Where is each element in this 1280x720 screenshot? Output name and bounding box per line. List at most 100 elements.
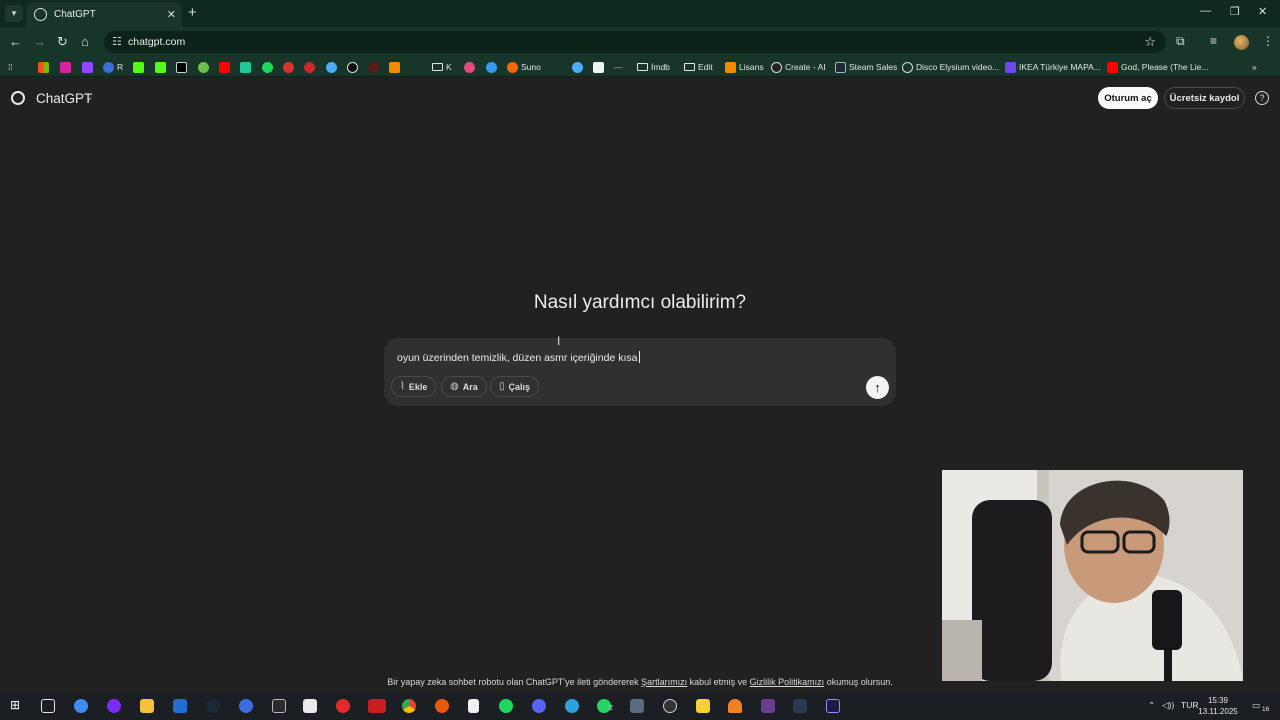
bookmark-god-please[interactable]: God, Please (The Lie... xyxy=(1107,60,1208,74)
bookmark-create-ai[interactable]: Create - AI xyxy=(771,60,826,74)
login-button[interactable]: Oturum aç xyxy=(1098,87,1158,109)
opera-icon[interactable] xyxy=(336,699,350,713)
copilot-icon[interactable] xyxy=(74,699,88,713)
bookmark-blue[interactable] xyxy=(486,60,497,74)
bookmark-green-site[interactable] xyxy=(240,60,251,74)
windows-start-icon[interactable]: ⊞ xyxy=(10,698,24,712)
epic-games-icon[interactable] xyxy=(272,699,286,713)
bookmark-kick-2[interactable] xyxy=(155,60,166,74)
steam-icon[interactable] xyxy=(206,699,220,713)
spotify-icon[interactable] xyxy=(499,699,513,713)
clock-app-icon[interactable] xyxy=(663,699,677,713)
cloudflare-icon[interactable] xyxy=(728,699,742,713)
profile-avatar[interactable] xyxy=(1234,35,1249,50)
tray-overflow-icon[interactable]: ⌃ xyxy=(1148,700,1155,711)
bookmarks-overflow-icon[interactable]: » xyxy=(1252,60,1257,74)
tab-strip: ▾ ChatGPT ✕ + — ❐ ✕ xyxy=(0,0,1280,27)
video-editor-icon[interactable] xyxy=(368,699,386,713)
text-caret xyxy=(639,351,641,363)
bookmark-ship[interactable] xyxy=(304,60,315,74)
bookmark-folder-k[interactable]: K xyxy=(432,60,452,74)
bookmark-check[interactable] xyxy=(326,60,337,74)
tab-chatgpt[interactable]: ChatGPT ✕ xyxy=(26,2,182,27)
premiere-pro-icon[interactable] xyxy=(761,699,775,713)
bookmark-kick-1[interactable] xyxy=(133,60,144,74)
prompt-composer[interactable]: oyun üzerinden temizlik, düzen asmr içer… xyxy=(384,338,896,406)
address-bar[interactable]: ☷ chatgpt.com ☆ xyxy=(104,31,1166,53)
tab-search-button[interactable]: ▾ xyxy=(5,5,23,22)
bookmark-spotify[interactable] xyxy=(262,60,273,74)
menu-kebab-icon[interactable]: ⋮ xyxy=(1262,34,1274,48)
davinci-resolve-icon[interactable] xyxy=(793,699,807,713)
bookmark-youtube[interactable] xyxy=(219,60,230,74)
file-explorer-icon[interactable] xyxy=(140,699,154,713)
close-window-button[interactable]: ✕ xyxy=(1258,5,1267,18)
bookmark-steam-sales[interactable]: Steam Sales xyxy=(835,60,897,74)
minimize-button[interactable]: — xyxy=(1200,5,1211,17)
store-icon[interactable] xyxy=(303,699,317,713)
bookmark-github[interactable] xyxy=(347,60,358,74)
site-info-icon[interactable]: ☷ xyxy=(112,35,122,48)
outlook-icon[interactable] xyxy=(173,699,187,713)
prompt-input[interactable]: oyun üzerinden temizlik, düzen asmr içer… xyxy=(397,351,641,364)
bookmark-r[interactable]: R xyxy=(103,60,123,74)
close-tab-icon[interactable]: ✕ xyxy=(167,8,176,21)
bookmark-film[interactable] xyxy=(593,60,604,74)
home-icon[interactable]: ⌂ xyxy=(81,34,89,49)
signup-button[interactable]: Ücretsiz kaydol xyxy=(1164,87,1245,109)
bookmark-disco-elysium[interactable]: Disco Elysium video... xyxy=(902,60,999,74)
extensions-icon[interactable]: ⧉ xyxy=(1176,34,1185,49)
bookmark-red-site[interactable] xyxy=(283,60,294,74)
help-icon[interactable]: ? xyxy=(1255,91,1269,105)
app-swirl-icon[interactable] xyxy=(239,699,253,713)
premiere-icon[interactable] xyxy=(826,699,840,713)
model-selector[interactable]: ChatGPT xyxy=(36,91,92,106)
notepad-icon[interactable] xyxy=(468,699,479,713)
forward-icon[interactable]: → xyxy=(33,34,46,49)
bookmark-folder-edit[interactable]: Edit xyxy=(684,60,713,74)
search-button[interactable]: ◍ Ara xyxy=(441,376,487,397)
bookmark-dark-red[interactable] xyxy=(368,60,379,74)
notification-count: 16 xyxy=(1262,706,1270,713)
discord-icon[interactable] xyxy=(532,699,546,713)
bookmark-lisans[interactable]: Lisans xyxy=(725,60,764,74)
bookmark-folder-imdb[interactable]: İmdb xyxy=(637,60,670,74)
send-button[interactable]: ↑ xyxy=(866,376,889,399)
mouse-cursor-ibeam: I xyxy=(557,334,561,348)
notification-icon[interactable]: ▭ xyxy=(1252,700,1260,711)
reload-icon[interactable]: ↻ xyxy=(57,34,68,50)
bookmark-orange[interactable] xyxy=(389,60,400,74)
folder-icon xyxy=(637,63,648,71)
chrome-icon[interactable] xyxy=(402,699,416,713)
bookmark-twitch[interactable] xyxy=(82,60,93,74)
orange-app-icon[interactable] xyxy=(435,699,449,713)
bookmark-dark-site[interactable] xyxy=(176,60,187,74)
bookmark-ikea[interactable]: IKEA Türkiye MAPA... xyxy=(1005,60,1101,74)
bookmark-star-icon[interactable]: ☆ xyxy=(1144,34,1156,50)
page-title: Nasıl yardımcı olabilirim? xyxy=(533,292,747,313)
calculator-icon[interactable] xyxy=(630,699,644,713)
attach-button[interactable]: ⌇ Ekle xyxy=(391,376,437,397)
bookmark-drop[interactable] xyxy=(198,60,209,74)
media-controls-icon[interactable]: ≡ xyxy=(1210,34,1217,48)
circle-app-icon[interactable] xyxy=(107,699,121,713)
system-clock[interactable]: 15:39 13.11.2025 xyxy=(1196,695,1240,717)
study-button[interactable]: ▯ Çalış xyxy=(490,376,540,397)
apps-grid-icon[interactable]: ⁞⁞ xyxy=(8,60,13,74)
task-view-icon[interactable] xyxy=(41,699,55,713)
sticky-notes-icon[interactable] xyxy=(696,699,710,713)
terms-link[interactable]: Şartlarımızı xyxy=(641,677,687,687)
bookmark-water[interactable] xyxy=(572,60,583,74)
bookmark-pink[interactable] xyxy=(464,60,475,74)
bookmark-microsoft[interactable] xyxy=(38,60,49,74)
volume-icon[interactable]: ◁)) xyxy=(1162,700,1174,711)
restore-button[interactable]: ❐ xyxy=(1230,5,1240,18)
back-icon[interactable]: ← xyxy=(9,34,22,49)
privacy-link[interactable]: Gizlilik Politikamızı xyxy=(750,677,825,687)
telegram-icon[interactable] xyxy=(565,699,579,713)
bookmark-instagram[interactable] xyxy=(60,60,71,74)
bookmark-suno[interactable]: Suno xyxy=(507,60,541,74)
chevron-down-icon[interactable]: ⌄ xyxy=(85,92,93,103)
arrow-up-icon: ↑ xyxy=(874,380,881,395)
new-tab-button[interactable]: + xyxy=(188,4,197,21)
